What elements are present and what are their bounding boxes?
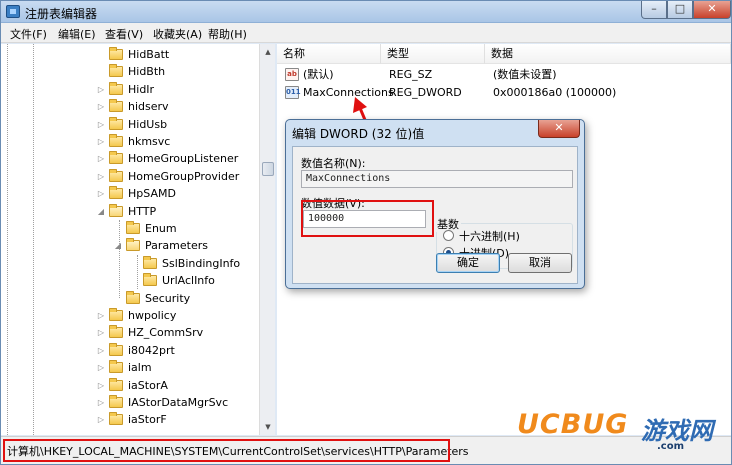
hex-radio[interactable] — [443, 230, 454, 241]
value-name-field: MaxConnections — [301, 170, 573, 188]
edit-dword-dialog: 编辑 DWORD (32 位)值 ✕ 数值名称(N): MaxConnectio… — [285, 119, 585, 289]
hex-radio-label[interactable]: 十六进制(H) — [459, 228, 520, 244]
dialog-title: 编辑 DWORD (32 位)值 — [292, 127, 425, 141]
dialog-close-button[interactable]: ✕ — [538, 120, 580, 138]
cancel-button[interactable]: 取消 — [508, 253, 572, 273]
ok-button[interactable]: 确定 — [436, 253, 500, 273]
value-name-label: 数值名称(N): — [301, 157, 366, 170]
registry-editor-window: 注册表编辑器 – □ ✕ 文件(F) 编辑(E) 查看(V) 收藏夹(A) 帮助… — [0, 0, 732, 465]
dialog-body: 数值名称(N): MaxConnections 数值数据(V): 100000 … — [292, 146, 578, 284]
data-field-highlight-box — [301, 200, 434, 237]
